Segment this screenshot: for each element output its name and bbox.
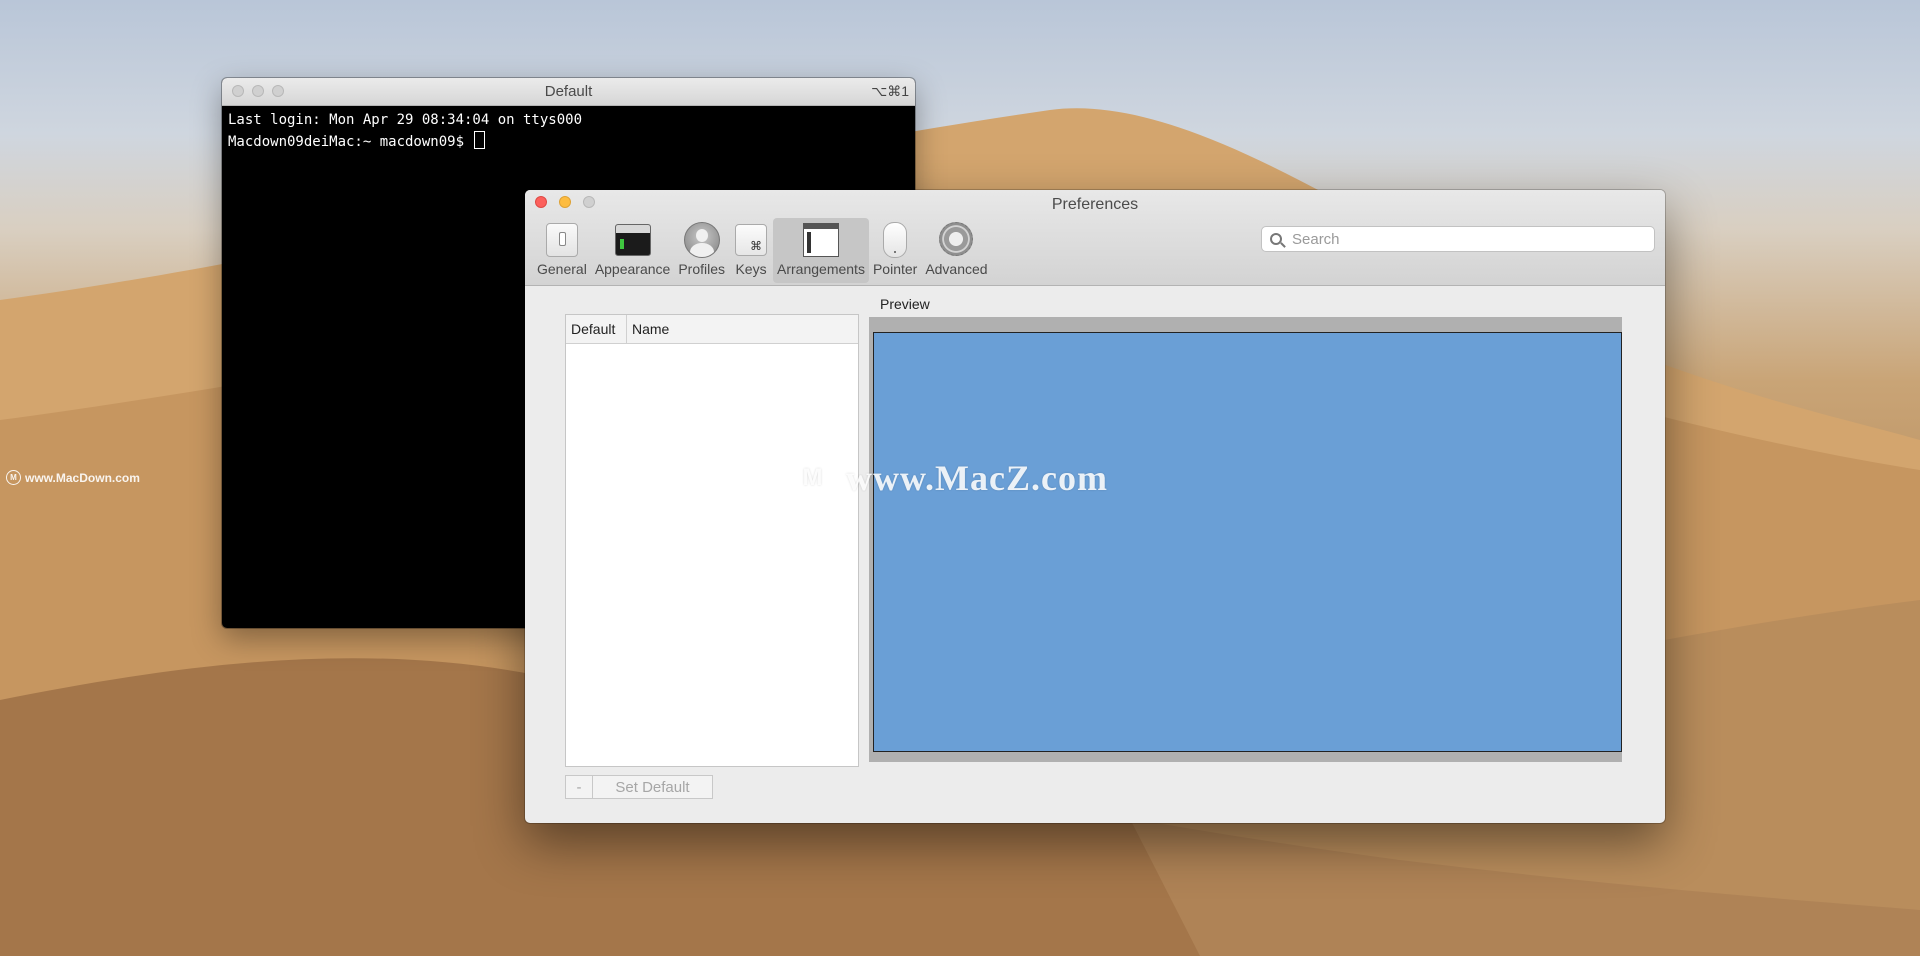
preferences-toolbar: General Appearance Profiles ⌘ Keys Arran… — [533, 218, 992, 283]
remove-button[interactable]: - — [565, 775, 593, 799]
tab-keys[interactable]: ⌘ Keys — [729, 218, 773, 283]
tab-appearance-label: Appearance — [594, 261, 671, 277]
search-icon — [1270, 233, 1282, 245]
terminal-line: Last login: Mon Apr 29 08:34:04 on ttys0… — [228, 112, 583, 128]
preferences-title: Preferences — [1051, 196, 1139, 213]
table-buttons: - Set Default — [565, 775, 713, 799]
terminal-shortcut: ⌥⌘1 — [871, 83, 909, 99]
preview-area — [869, 317, 1622, 762]
tab-arrangements[interactable]: Arrangements — [773, 218, 869, 283]
arrangements-table[interactable]: Default Name — [565, 314, 859, 767]
terminal-titlebar[interactable]: Default ⌥⌘1 — [222, 78, 915, 106]
tab-keys-label: Keys — [735, 261, 767, 277]
watermark-macdown: M www.MacDown.com — [6, 470, 140, 485]
preview-label: Preview — [880, 296, 930, 312]
tab-pointer-label: Pointer — [872, 261, 918, 277]
window-arrangement-icon — [802, 221, 839, 257]
macdown-logo-icon: M — [6, 470, 21, 485]
column-header-name[interactable]: Name — [627, 315, 858, 343]
search-input[interactable] — [1290, 229, 1634, 249]
column-header-default[interactable]: Default — [566, 315, 627, 343]
preferences-toolbar-area: Preferences General Appearance Profiles … — [525, 190, 1665, 286]
terminal-window-icon — [614, 221, 651, 257]
user-icon — [683, 221, 720, 258]
command-key-icon: ⌘ — [733, 221, 769, 257]
set-default-button[interactable]: Set Default — [593, 775, 713, 799]
tab-general-label: General — [537, 261, 587, 277]
tab-pointer[interactable]: Pointer — [869, 218, 921, 283]
terminal-content[interactable]: Last login: Mon Apr 29 08:34:04 on ttys0… — [222, 106, 915, 157]
preferences-window[interactable]: Preferences General Appearance Profiles … — [525, 190, 1665, 823]
text-cursor — [474, 131, 486, 149]
tab-profiles-label: Profiles — [678, 261, 726, 277]
mouse-icon — [877, 221, 913, 258]
tab-advanced[interactable]: Advanced — [921, 218, 991, 283]
terminal-prompt: Macdown09deiMac:~ macdown09$ — [228, 134, 473, 150]
tab-appearance[interactable]: Appearance — [591, 218, 675, 283]
table-header: Default Name — [566, 315, 858, 344]
tab-general[interactable]: General — [533, 218, 591, 283]
tab-advanced-label: Advanced — [925, 261, 988, 277]
gear-icon — [938, 221, 974, 257]
switch-icon — [544, 221, 580, 257]
tab-arrangements-label: Arrangements — [777, 261, 865, 277]
preview-screen — [873, 332, 1622, 752]
watermark-left-text: www.MacDown.com — [25, 470, 140, 485]
search-field[interactable] — [1261, 226, 1655, 252]
tab-profiles[interactable]: Profiles — [674, 218, 729, 283]
terminal-title: Default — [544, 83, 593, 100]
